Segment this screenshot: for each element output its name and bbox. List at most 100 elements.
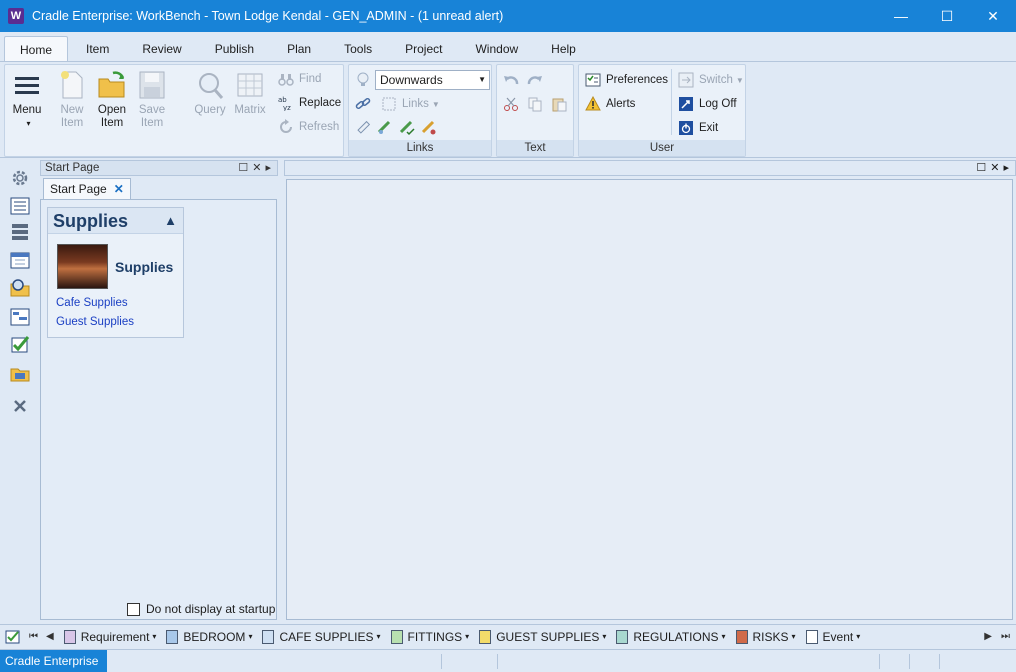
user-group-label: User bbox=[579, 140, 745, 156]
link-chain-icon[interactable] bbox=[355, 96, 371, 112]
next-page-icon[interactable]: ▶ bbox=[984, 631, 992, 642]
new-item-label-2: Item bbox=[60, 117, 84, 129]
ribbon-group-user: Preferences Alerts Switch ▼ Log Off Exit… bbox=[578, 64, 746, 157]
folder-view-icon[interactable] bbox=[10, 364, 30, 384]
event-caret: ▾ bbox=[856, 632, 861, 641]
main-workspace-body[interactable] bbox=[286, 179, 1013, 620]
menu-button[interactable]: Menu ▾ bbox=[7, 69, 47, 137]
open-item-label-1: Open bbox=[97, 104, 127, 116]
redo-icon[interactable] bbox=[527, 73, 543, 89]
list-view-icon[interactable] bbox=[10, 196, 30, 216]
event-icon bbox=[805, 629, 818, 644]
workspace-window-controls[interactable]: ☐✕▸ bbox=[976, 161, 1013, 174]
hierarchy-icon[interactable] bbox=[10, 307, 30, 327]
ruler-icon[interactable] bbox=[355, 120, 371, 136]
link-highlight-icon[interactable] bbox=[421, 120, 437, 136]
link-direction-dropdown[interactable]: Downwards ▼ bbox=[375, 70, 490, 90]
panel-window-controls[interactable]: ☐✕▸ bbox=[238, 161, 275, 175]
ribbon: Menu ▾ New Item Open Item Save Item Quer… bbox=[0, 61, 1016, 158]
cafe-supplies-icon bbox=[262, 629, 275, 644]
startup-checkbox[interactable] bbox=[127, 602, 140, 616]
link-check-icon[interactable] bbox=[399, 120, 415, 136]
refresh-button[interactable]: Refresh bbox=[278, 117, 339, 137]
supplies-card-header[interactable]: Supplies ▲ bbox=[48, 208, 183, 234]
new-item-button[interactable]: New Item bbox=[52, 69, 92, 137]
preferences-button[interactable]: Preferences bbox=[585, 70, 668, 90]
log-off-button[interactable]: Log Off bbox=[678, 94, 737, 114]
maximize-button[interactable]: ☐ bbox=[924, 0, 970, 32]
previous-page-icon[interactable]: ◀ bbox=[46, 631, 54, 642]
title-bar: W Cradle Enterprise: WorkBench - Town Lo… bbox=[0, 0, 1016, 32]
status-bar: Cradle Enterprise bbox=[0, 649, 1016, 672]
regulations-label: REGULATIONS bbox=[633, 629, 719, 644]
new-item-label-1: New bbox=[60, 104, 84, 116]
last-page-icon[interactable]: ⏭ bbox=[1001, 631, 1010, 642]
tab-start-page[interactable]: Start Page ✕ bbox=[43, 178, 131, 199]
supplies-card: Supplies ▲ Supplies Cafe Supplies Guest … bbox=[47, 207, 184, 338]
status-separator bbox=[497, 654, 498, 669]
tab-help[interactable]: Help bbox=[536, 36, 591, 62]
risks-caret: ▾ bbox=[791, 632, 796, 641]
cut-icon[interactable] bbox=[503, 96, 519, 112]
toolbar-item-requirement[interactable]: Requirement ▾ bbox=[63, 629, 156, 644]
matrix-button[interactable]: Matrix bbox=[230, 69, 270, 137]
replace-button[interactable]: ab yz Replace bbox=[278, 93, 341, 113]
toolbar-item-event[interactable]: Event ▾ bbox=[805, 629, 861, 644]
exit-button[interactable]: Exit bbox=[678, 118, 718, 138]
save-item-button[interactable]: Save Item bbox=[132, 69, 172, 137]
do-not-display-startup[interactable]: Do not display at startup bbox=[127, 602, 275, 616]
open-item-button[interactable]: Open Item bbox=[92, 69, 132, 137]
toolbar-item-risks[interactable]: RISKS ▾ bbox=[735, 629, 796, 644]
copy-icon[interactable] bbox=[527, 96, 543, 112]
preferences-label: Preferences bbox=[606, 74, 669, 86]
status-separator bbox=[939, 654, 940, 669]
text-group-label: Text bbox=[497, 140, 573, 156]
find-button[interactable]: Find bbox=[278, 69, 321, 89]
calendar-icon[interactable] bbox=[10, 250, 30, 270]
toolbar-item-fittings[interactable]: FITTINGS ▾ bbox=[390, 629, 469, 644]
toolbar-item-guest-supplies[interactable]: GUEST SUPPLIES ▾ bbox=[479, 629, 606, 644]
paste-icon[interactable] bbox=[551, 96, 567, 112]
tools-icon[interactable] bbox=[10, 396, 30, 416]
links-button[interactable]: Links ▼ bbox=[381, 94, 440, 114]
folder-search-icon[interactable] bbox=[10, 278, 30, 298]
checklist-icon[interactable] bbox=[10, 334, 30, 354]
left-icon-strip bbox=[0, 158, 39, 622]
alerts-button[interactable]: Alerts bbox=[585, 94, 635, 114]
log-off-label: Log Off bbox=[699, 98, 737, 110]
requirement-icon bbox=[63, 629, 76, 644]
tab-window[interactable]: Window bbox=[460, 36, 533, 62]
start-page-panel-title: Start Page bbox=[45, 162, 100, 174]
regulations-caret: ▾ bbox=[721, 632, 726, 641]
toolbar-item-bedroom[interactable]: BEDROOM ▾ bbox=[166, 629, 252, 644]
close-button[interactable]: ✕ bbox=[970, 0, 1016, 32]
save-disk-icon bbox=[139, 71, 165, 99]
link-add-icon[interactable] bbox=[377, 120, 393, 136]
query-button[interactable]: Query bbox=[190, 69, 230, 137]
tab-item[interactable]: Item bbox=[71, 36, 124, 62]
tab-tools[interactable]: Tools bbox=[329, 36, 387, 62]
close-icon[interactable]: ✕ bbox=[114, 179, 124, 199]
checklist-small-icon[interactable] bbox=[5, 629, 21, 645]
database-icon[interactable] bbox=[10, 222, 30, 242]
switch-button[interactable]: Switch ▼ bbox=[678, 70, 744, 90]
undo-icon[interactable] bbox=[503, 73, 519, 89]
tab-home[interactable]: Home bbox=[4, 36, 69, 62]
first-page-icon[interactable]: ⏮ bbox=[29, 631, 38, 642]
tab-plan[interactable]: Plan bbox=[272, 36, 326, 62]
guest-supplies-icon bbox=[479, 629, 492, 644]
cafe-supplies-link[interactable]: Cafe Supplies bbox=[56, 297, 128, 309]
group-separator bbox=[671, 69, 672, 135]
chevron-up-icon[interactable]: ▲ bbox=[164, 208, 177, 234]
toolbar-item-regulations[interactable]: REGULATIONS ▾ bbox=[616, 629, 726, 644]
guest-supplies-link[interactable]: Guest Supplies bbox=[56, 316, 134, 328]
tab-project[interactable]: Project bbox=[390, 36, 457, 62]
refresh-label: Refresh bbox=[299, 121, 340, 133]
gear-icon[interactable] bbox=[10, 168, 30, 188]
minimize-button[interactable]: — bbox=[878, 0, 924, 32]
tab-publish[interactable]: Publish bbox=[200, 36, 269, 62]
window-controls: — ☐ ✕ bbox=[878, 0, 1016, 32]
open-folder-icon bbox=[98, 71, 125, 98]
tab-review[interactable]: Review bbox=[127, 36, 196, 62]
toolbar-item-cafe-supplies[interactable]: CAFE SUPPLIES ▾ bbox=[262, 629, 381, 644]
